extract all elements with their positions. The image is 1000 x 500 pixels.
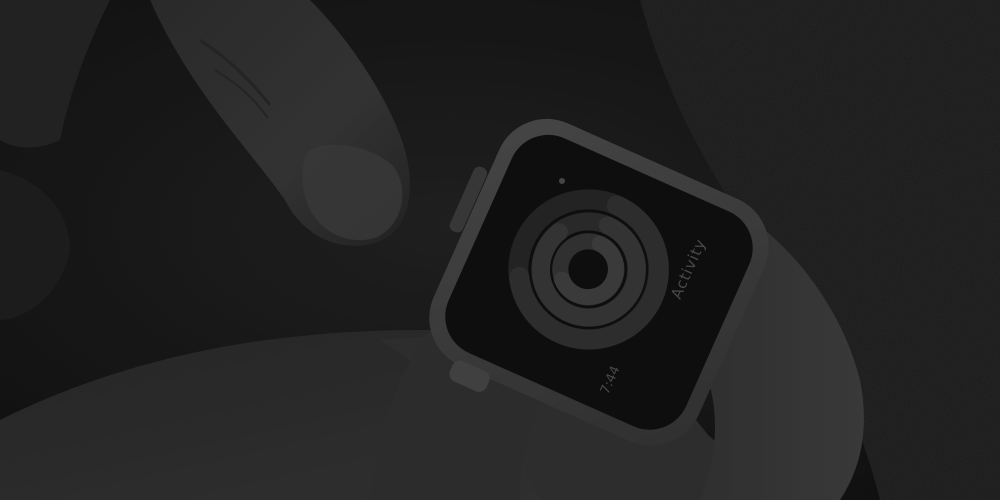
photo-scene: Activity 7:44 — [0, 0, 1000, 500]
dim-overlay — [0, 0, 1000, 500]
photo-illustration: Activity 7:44 — [0, 0, 1000, 500]
